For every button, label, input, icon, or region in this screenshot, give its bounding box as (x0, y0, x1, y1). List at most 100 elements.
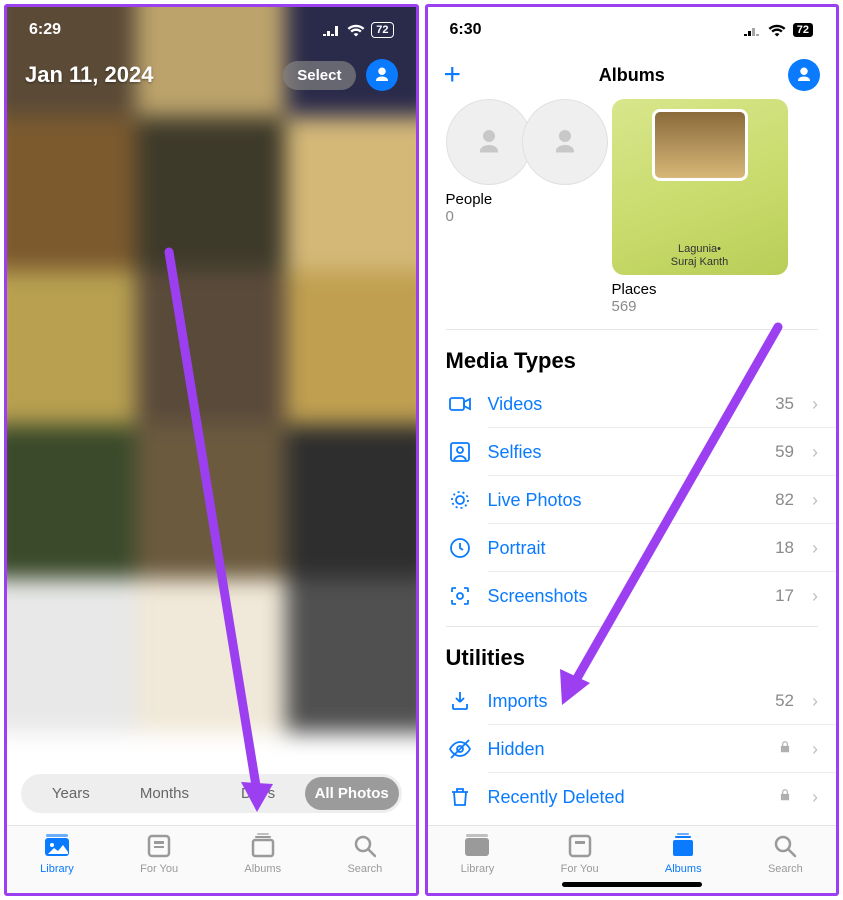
tab-library[interactable]: Library (461, 832, 495, 875)
battery-indicator: 72 (371, 22, 393, 38)
row-portrait[interactable]: Portrait 18 › (428, 524, 837, 572)
search-icon (350, 832, 380, 860)
search-icon (770, 832, 800, 860)
chevron-right-icon: › (812, 394, 818, 415)
screenshots-icon (446, 584, 474, 608)
chevron-right-icon: › (812, 739, 818, 760)
status-bar: 6:30 72 (428, 7, 837, 53)
albums-icon (248, 832, 278, 860)
library-icon (462, 832, 492, 860)
divider (446, 626, 819, 627)
status-time: 6:30 (450, 21, 482, 39)
selfie-icon (446, 440, 474, 464)
row-imports[interactable]: Imports 52 › (428, 677, 837, 725)
tab-label: For You (140, 863, 178, 875)
section-utilities: Utilities (428, 637, 837, 677)
row-live-photos[interactable]: Live Photos 82 › (428, 476, 837, 524)
person-icon (373, 66, 391, 84)
tab-label: Albums (244, 863, 281, 875)
tab-label: Search (347, 863, 382, 875)
people-placeholder-icon (522, 99, 608, 185)
tab-albums[interactable]: Albums (665, 832, 702, 875)
row-hidden[interactable]: Hidden › (428, 725, 837, 773)
album-label: People (446, 191, 598, 208)
row-label: Selfies (488, 442, 762, 463)
time-range-segmented[interactable]: Years Months Days All Photos (21, 774, 402, 813)
cellular-icon (744, 24, 762, 36)
for-you-icon (144, 832, 174, 860)
lock-icon (778, 740, 794, 759)
status-time: 6:29 (29, 21, 61, 39)
tab-bar-left: Library For You Albums Search (7, 825, 416, 893)
nav-title: Albums (599, 65, 665, 86)
segment-years[interactable]: Years (24, 777, 118, 810)
video-icon (446, 392, 474, 416)
person-icon (795, 66, 813, 84)
albums-icon (668, 832, 698, 860)
tab-search[interactable]: Search (768, 832, 803, 875)
row-label: Portrait (488, 538, 762, 559)
profile-button[interactable] (788, 59, 820, 91)
tab-for-you[interactable]: For You (561, 832, 599, 875)
tab-search[interactable]: Search (347, 832, 382, 875)
battery-indicator: 72 (792, 22, 814, 38)
add-album-button[interactable]: + (444, 60, 462, 90)
library-icon (42, 832, 72, 860)
row-label: Videos (488, 394, 762, 415)
row-count: 35 (775, 394, 794, 414)
select-button[interactable]: Select (283, 61, 355, 90)
row-videos[interactable]: Videos 35 › (428, 380, 837, 428)
row-screenshots[interactable]: Screenshots 17 › (428, 572, 837, 620)
row-label: Screenshots (488, 586, 762, 607)
tab-label: Albums (665, 863, 702, 875)
chevron-right-icon: › (812, 691, 818, 712)
album-places[interactable]: Lagunia• Suraj Kanth Places 569 (612, 99, 788, 315)
section-media-types: Media Types (428, 340, 837, 380)
wifi-icon (768, 24, 786, 37)
row-count: 18 (775, 538, 794, 558)
map-caption: Suraj Kanth (671, 256, 728, 268)
status-bar: 6:29 72 (7, 7, 416, 53)
row-selfies[interactable]: Selfies 59 › (428, 428, 837, 476)
trash-icon (446, 785, 474, 809)
row-label: Hidden (488, 739, 765, 760)
nav-bar: + Albums (428, 53, 837, 99)
lock-icon (778, 788, 794, 807)
chevron-right-icon: › (812, 442, 818, 463)
chevron-right-icon: › (812, 586, 818, 607)
row-label: Recently Deleted (488, 787, 765, 808)
row-label: Imports (488, 691, 762, 712)
phone-right-albums: 6:30 72 + Albums People 0 (425, 4, 840, 896)
row-label: Live Photos (488, 490, 762, 511)
album-people[interactable]: People 0 (446, 99, 598, 315)
live-photos-icon (446, 488, 474, 512)
album-label: Places (612, 281, 788, 298)
date-heading: Jan 11, 2024 (25, 62, 153, 88)
tab-albums[interactable]: Albums (244, 832, 281, 875)
row-recently-deleted[interactable]: Recently Deleted › (428, 773, 837, 821)
phone-left-library: 6:29 72 Jan 11, 2024 Select Year (4, 4, 419, 896)
tab-label: Library (40, 863, 74, 875)
row-count: 82 (775, 490, 794, 510)
album-count: 0 (446, 208, 598, 225)
tab-library[interactable]: Library (40, 832, 74, 875)
chevron-right-icon: › (812, 538, 818, 559)
tab-label: Library (461, 863, 495, 875)
chevron-right-icon: › (812, 787, 818, 808)
row-count: 17 (775, 586, 794, 606)
tab-label: Search (768, 863, 803, 875)
home-indicator[interactable] (562, 882, 702, 887)
segment-days[interactable]: Days (211, 777, 305, 810)
for-you-icon (565, 832, 595, 860)
chevron-right-icon: › (812, 490, 818, 511)
segment-months[interactable]: Months (118, 777, 212, 810)
places-thumbnail (652, 109, 748, 181)
profile-button[interactable] (366, 59, 398, 91)
map-caption: Lagunia (678, 243, 717, 255)
tab-for-you[interactable]: For You (140, 832, 178, 875)
wifi-icon (347, 24, 365, 37)
cellular-icon (323, 24, 341, 36)
tab-label: For You (561, 863, 599, 875)
people-placeholder-icon (446, 99, 532, 185)
segment-all-photos[interactable]: All Photos (305, 777, 399, 810)
